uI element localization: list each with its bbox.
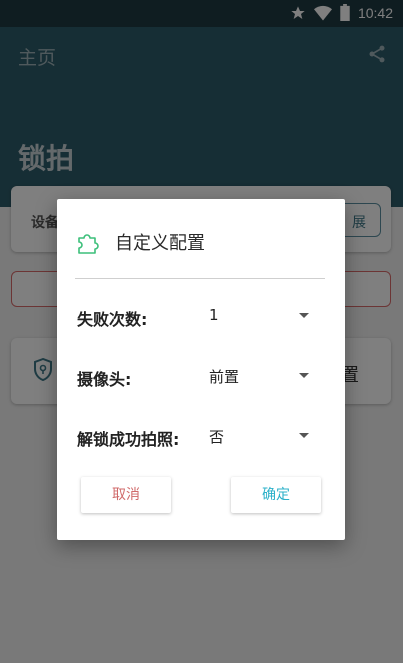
dropdown-arrow-icon <box>299 313 309 318</box>
camera-row: 摄像头: 前置 <box>77 360 327 390</box>
dropdown-arrow-icon <box>299 373 309 378</box>
app-screen: 10:42 主页 锁拍 设备 展 置 自定义配置 <box>0 0 403 663</box>
unlock-photo-label: 解锁成功拍照: <box>77 430 180 449</box>
puzzle-icon <box>78 234 99 254</box>
fail-count-label: 失败次数: <box>77 310 148 329</box>
dialog-title: 自定义配置 <box>115 233 205 254</box>
fail-count-value: 1 <box>209 306 219 324</box>
unlock-photo-select[interactable]: 否 <box>209 420 309 450</box>
dialog-header: 自定义配置 <box>75 229 205 255</box>
unlock-photo-row: 解锁成功拍照: 否 <box>77 420 327 450</box>
camera-value: 前置 <box>209 368 240 386</box>
camera-select[interactable]: 前置 <box>209 360 309 390</box>
dropdown-arrow-icon <box>299 433 309 438</box>
camera-label: 摄像头: <box>77 370 132 389</box>
confirm-button[interactable]: 确定 <box>231 477 321 513</box>
unlock-photo-value: 否 <box>209 428 225 446</box>
fail-count-row: 失败次数: 1 <box>77 300 327 330</box>
custom-config-dialog: 自定义配置 失败次数: 1 摄像头: 前置 解锁成功拍照: 否 取消 确定 <box>57 199 345 540</box>
dialog-divider <box>75 278 325 279</box>
cancel-button[interactable]: 取消 <box>81 477 171 513</box>
fail-count-select[interactable]: 1 <box>209 300 309 330</box>
